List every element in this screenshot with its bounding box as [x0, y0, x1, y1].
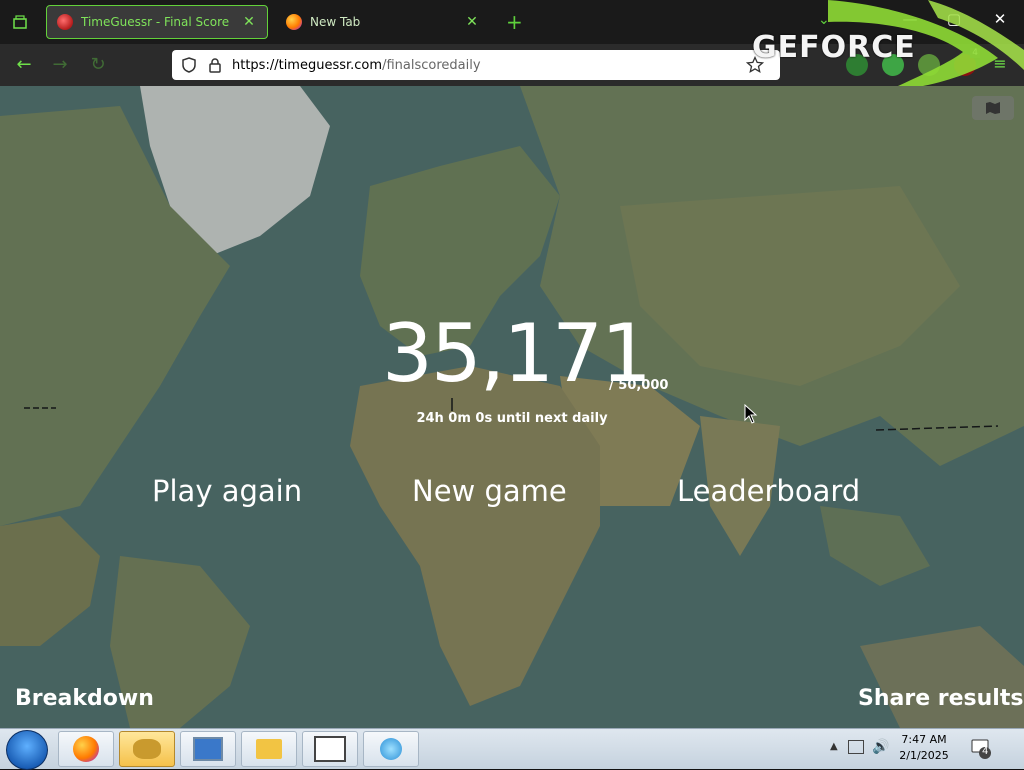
new-tab-plus-icon[interactable]: + [506, 10, 523, 34]
map-icon [986, 102, 1000, 114]
volume-icon[interactable]: 🔊 [872, 739, 889, 755]
taskbar-network-app-icon[interactable] [363, 731, 419, 767]
taskbar-firefox-icon[interactable] [58, 731, 114, 767]
tab-timeguessr[interactable]: TimeGuessr - Final Score ✕ [46, 5, 268, 39]
score-maximum: / 50,000 [609, 378, 669, 393]
tab-new-tab[interactable]: New Tab ✕ [276, 5, 490, 39]
reload-icon[interactable]: ↻ [86, 54, 110, 76]
new-game-button[interactable]: New game [412, 474, 567, 508]
action-center-icon[interactable]: 4 [970, 737, 992, 759]
back-arrow-icon[interactable]: ← [12, 54, 36, 76]
clock-time: 7:47 AM [901, 733, 947, 746]
tab-label: New Tab [310, 15, 361, 29]
firefox-favicon-icon [286, 14, 302, 30]
taskbar-computer-icon[interactable] [180, 731, 236, 767]
geforce-brand-text: GEFORCE [752, 30, 916, 65]
url-path: /finalscoredaily [382, 57, 481, 73]
tab-manager-icon[interactable] [10, 12, 30, 32]
close-tab-icon[interactable]: ✕ [464, 14, 480, 30]
play-again-button[interactable]: Play again [152, 474, 302, 508]
geforce-overlay-logo: GEFORCE [748, 0, 1024, 86]
url-text[interactable]: https://timeguessr.com/finalscoredaily [232, 58, 746, 73]
tab-label: TimeGuessr - Final Score [81, 15, 230, 29]
system-clock[interactable]: 7:47 AM 2/1/2025 [894, 732, 954, 764]
network-icon[interactable] [848, 740, 864, 754]
windows-taskbar: ▲ 🔊 7:47 AM 2/1/2025 4 [0, 728, 1024, 770]
start-button-windows-icon[interactable] [6, 730, 48, 770]
next-daily-countdown: 24h 0m 0s until next daily [416, 411, 608, 426]
lock-icon[interactable] [206, 56, 224, 74]
url-domain: https://timeguessr.com [232, 57, 383, 73]
breakdown-link[interactable]: Breakdown [15, 686, 154, 711]
forward-arrow-icon[interactable]: → [48, 54, 72, 76]
final-score-page: 35,171 / 50,000 24h 0m 0s until next dai… [0, 86, 1024, 728]
taskbar-window-app-icon[interactable] [302, 731, 358, 767]
notification-count: 4 [982, 746, 989, 757]
address-bar[interactable]: https://timeguessr.com/finalscoredaily [172, 50, 780, 80]
close-tab-icon[interactable]: ✕ [241, 14, 257, 30]
clock-date: 2/1/2025 [899, 749, 949, 762]
map-shade-overlay [0, 86, 1024, 728]
leaderboard-button[interactable]: Leaderboard [677, 474, 860, 508]
taskbar-app-bee-icon[interactable] [119, 731, 175, 767]
share-results-link[interactable]: Share results [858, 686, 1023, 711]
timeguessr-favicon-icon [57, 14, 73, 30]
show-hidden-icons-chevron-icon[interactable]: ▲ [830, 741, 838, 752]
shield-icon[interactable] [180, 56, 198, 74]
system-tray: ▲ 🔊 7:47 AM 2/1/2025 4 [824, 729, 1024, 769]
map-toggle-button[interactable] [972, 96, 1014, 120]
mouse-cursor-icon [744, 404, 758, 424]
taskbar-file-explorer-icon[interactable] [241, 731, 297, 767]
